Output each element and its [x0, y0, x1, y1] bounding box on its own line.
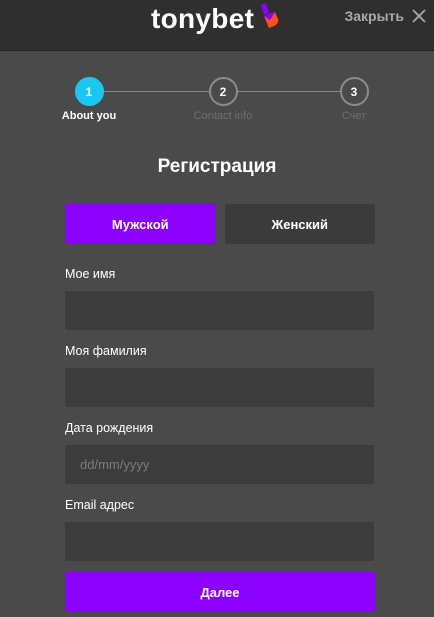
birth-date-field[interactable]: [65, 445, 374, 484]
header-bar: tonybet Закрыть: [0, 0, 434, 51]
step-account[interactable]: 3 Счет: [309, 77, 399, 122]
step-number: 2: [208, 77, 238, 106]
close-icon: [412, 9, 426, 23]
step-label: Contact info: [193, 110, 253, 122]
step-number: 1: [74, 77, 104, 106]
step-contact-info[interactable]: 2 Contact info: [178, 77, 268, 122]
logo-mark-icon: [261, 3, 279, 28]
close-label: Закрыть: [344, 8, 404, 24]
registration-stepper: 1 About you 2 Contact info 3 Счет: [0, 77, 434, 123]
step-label: About you: [61, 110, 117, 122]
close-button[interactable]: Закрыть: [344, 8, 426, 24]
page-title: Регистрация: [157, 156, 277, 177]
email-label: Email адрес: [65, 498, 135, 512]
last-name-field[interactable]: [65, 368, 374, 407]
first-name-label: Мое имя: [65, 267, 116, 281]
next-button[interactable]: Далее: [65, 572, 375, 612]
gender-toggle: Мужской Женский: [65, 204, 375, 244]
last-name-label: Моя фамилия: [65, 344, 147, 358]
step-label: Счет: [341, 110, 367, 122]
gender-female-button[interactable]: Женский: [224, 204, 375, 244]
step-number: 3: [339, 77, 369, 106]
tonybet-logo[interactable]: tonybet: [151, 3, 281, 34]
gender-male-button[interactable]: Мужской: [65, 204, 216, 244]
step-about-you[interactable]: 1 About you: [44, 77, 134, 122]
birth-date-label: Дата рождения: [65, 421, 154, 435]
logo-text: tonybet: [151, 3, 255, 34]
email-field[interactable]: [65, 522, 374, 561]
first-name-field[interactable]: [65, 291, 374, 330]
